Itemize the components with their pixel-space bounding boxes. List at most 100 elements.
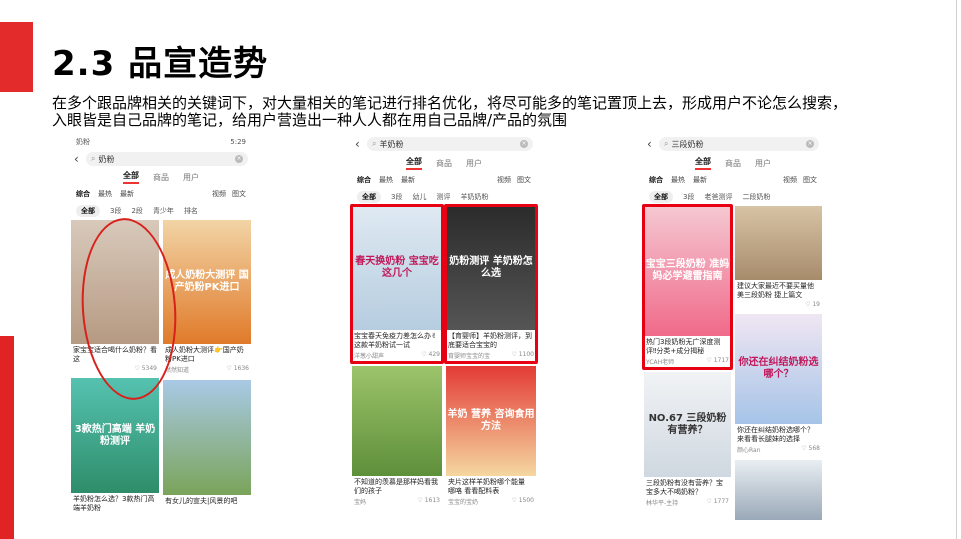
note-author: 宝妈 [354,499,367,506]
note-title: 羊奶粉怎么选？3款热门高端羊奶粉 [73,495,155,512]
note-card[interactable] [735,460,822,520]
filter-new[interactable]: 最新 [401,175,415,185]
note-card[interactable]: 宝宝三段奶粉 准妈妈必学避雷指南 热门3段奶粉无广深度测评‼分类+成分揭秘 YC… [642,204,733,370]
note-card[interactable]: 奶粉测评 羊奶粉怎么选 【育婴师】羊奶粉测评，到底要适合宝宝的 育婴师宝宝的宝 ♡… [444,204,538,364]
note-image [71,220,159,344]
search-query: 奶粉 [98,154,115,164]
note-image: NO.67 三段奶粉有营养？ [644,372,731,477]
note-card[interactable]: NO.67 三段奶粉有营养？ 三段奶粉有没有营养？宝宝多大不喝奶粉？ 林华平-主… [644,372,731,509]
subtag-stage3[interactable]: 3段 [683,192,694,202]
note-author: 颜心Ran [737,447,761,454]
note-likes: ♡ 19 [805,301,820,308]
note-title: 有女儿的宣夫|风景的吧 [165,497,238,505]
slide-title: 2.3 品宣造势 [52,44,269,84]
note-card[interactable]: 羊奶 营养 咨询食用方法 夹片这样羊奶粉哪个能量 哪咯 看看配料表 宝宝的宝奶 ♡… [446,366,536,508]
note-card[interactable]: 你还在纠结奶粉选哪个？ 你还在纠结奶粉选哪个？来看看长腿妹的选择 颜心Ran ♡ … [735,314,822,456]
note-image [352,366,442,476]
tab-goods[interactable]: 商品 [436,158,452,169]
note-card[interactable]: 3款热门高端 羊奶粉测评 羊奶粉怎么选？3款热门高端羊奶粉 [71,378,159,513]
filter-general[interactable]: 综合 [357,175,371,185]
sort-filters: 综合 最热 最新 视频 图文 [641,172,825,188]
subtag-stage3[interactable]: 3段 [391,192,402,202]
search-icon: ⌕ [372,139,377,148]
search-input[interactable]: ⌕ 羊奶粉 × [367,137,533,151]
filter-new[interactable]: 最新 [120,189,134,199]
filter-image-text[interactable]: 图文 [803,175,817,185]
note-likes: ♡ 1717 [706,357,729,364]
filter-image-text[interactable]: 图文 [232,189,246,199]
search-input[interactable]: ⌕ 三段奶粉 × [659,137,819,151]
filter-general[interactable]: 综合 [649,175,663,185]
subtag-teen[interactable]: 青少年 [153,206,174,216]
subtag-toddler[interactable]: 幼儿 [412,192,426,202]
note-card[interactable]: 成人奶粉大测评 国产奶粉PK进口 成人奶粉大测评👉国产奶粉PK进口 然然知道 ♡ … [163,220,251,376]
result-tabs: 全部 商品 用户 [68,168,254,186]
note-card[interactable]: 建议大家最近不要买量他美三段奶粉 捷上篇文 ♡ 19 [735,206,822,310]
sort-filters: 综合 最热 最新 视频 图文 [349,172,539,188]
filter-hot[interactable]: 最热 [98,189,112,199]
sub-tags: 全部 3段 老爸测评 二段奶粉 [641,188,825,206]
note-title: 成人奶粉大测评👉国产奶粉PK进口 [165,346,244,363]
result-tabs: 全部 商品 用户 [641,154,825,172]
clear-icon[interactable]: × [806,140,814,148]
back-icon[interactable]: ‹ [355,137,367,151]
tab-users[interactable]: 用户 [466,158,482,169]
note-title: 建议大家最近不要买量他美三段奶粉 捷上篇文 [737,282,814,299]
filter-image-text[interactable]: 图文 [517,175,531,185]
search-row: ‹ ⌕ 奶粉 × [68,150,254,168]
subtag-all[interactable]: 全部 [76,205,100,217]
note-likes: ♡ 1777 [706,498,729,505]
note-image [735,206,822,280]
phone-screenshot-2: ‹ ⌕ 羊奶粉 × 全部 商品 用户 综合 最热 最新 视频 图文 全部 3段 … [349,134,539,539]
notes-grid: 宝宝三段奶粉 准妈妈必学避雷指南 热门3段奶粉无广深度测评‼分类+成分揭秘 YC… [641,204,825,520]
tab-all[interactable]: 全部 [406,156,422,170]
filter-video[interactable]: 视频 [783,175,797,185]
tab-goods[interactable]: 商品 [153,172,169,183]
note-image: 3款热门高端 羊奶粉测评 [71,378,159,493]
subtag-review[interactable]: 测评 [436,192,450,202]
filter-hot[interactable]: 最热 [671,175,685,185]
note-author: 然然知道 [165,367,190,374]
note-author: 育婴师宝宝的宝 [448,353,491,360]
subtag-rank[interactable]: 排名 [184,206,198,216]
filter-video[interactable]: 视频 [497,175,511,185]
phone-screenshot-1: 奶粉 5:29 ‹ ⌕ 奶粉 × 全部 商品 用户 综合 最热 最新 视频 图文… [68,134,254,539]
subtag-dad-review[interactable]: 老爸测评 [704,192,732,202]
tab-users[interactable]: 用户 [183,172,199,183]
note-image [163,380,251,495]
subtag-all[interactable]: 全部 [649,191,673,203]
subtag-goat-milk[interactable]: 羊奶奶粉 [460,192,488,202]
filter-new[interactable]: 最新 [693,175,707,185]
notes-grid: 家宝宝适合喝什么奶粉？看这 ♡ 5349 3款热门高端 羊奶粉测评 羊奶粉怎么选… [68,220,254,515]
subtag-stage2-milk[interactable]: 二段奶粉 [742,192,770,202]
search-row: ‹ ⌕ 三段奶粉 × [641,134,825,154]
tab-all[interactable]: 全部 [695,156,711,170]
note-image: 成人奶粉大测评 国产奶粉PK进口 [163,220,251,344]
back-icon[interactable]: ‹ [74,152,86,166]
accent-bar-top [0,22,33,92]
note-card[interactable]: 不知道的羡慕是那样妈看我们的孩子 宝妈 ♡ 1613 [352,366,442,508]
slide-description: 在多个跟品牌相关的关键词下，对大量相关的笔记进行排名优化，将尽可能多的笔记置顶上… [52,94,848,129]
clear-icon[interactable]: × [235,155,243,163]
clear-icon[interactable]: × [520,140,528,148]
result-tabs: 全部 商品 用户 [349,154,539,172]
search-input[interactable]: ⌕ 奶粉 × [86,152,248,166]
note-card[interactable]: 有女儿的宣夫|风景的吧 [163,380,251,515]
back-icon[interactable]: ‹ [647,137,659,151]
tab-goods[interactable]: 商品 [725,158,741,169]
note-author: YCAH老师 [646,359,675,366]
subtag-stage3[interactable]: 3段 [110,206,121,216]
filter-general[interactable]: 综合 [76,189,90,199]
status-bar: 奶粉 5:29 [68,134,254,150]
note-title: 不知道的羡慕是那样妈看我们的孩子 [354,478,438,495]
subtag-all[interactable]: 全部 [357,191,381,203]
tab-all[interactable]: 全部 [123,170,139,184]
filter-video[interactable]: 视频 [212,189,226,199]
note-card[interactable]: 家宝宝适合喝什么奶粉？看这 ♡ 5349 [71,220,159,374]
note-image: 羊奶 营养 咨询食用方法 [446,366,536,476]
tab-users[interactable]: 用户 [755,158,771,169]
note-card[interactable]: 春天换奶粉 宝宝吃这几个 宝宝春天免疫力差怎么办✌这款羊奶粉试一试 洋葱小甜声 ♡… [350,204,444,364]
subtag-stage2[interactable]: 2段 [131,206,142,216]
note-likes: ♡ 1613 [417,497,440,504]
filter-hot[interactable]: 最热 [379,175,393,185]
